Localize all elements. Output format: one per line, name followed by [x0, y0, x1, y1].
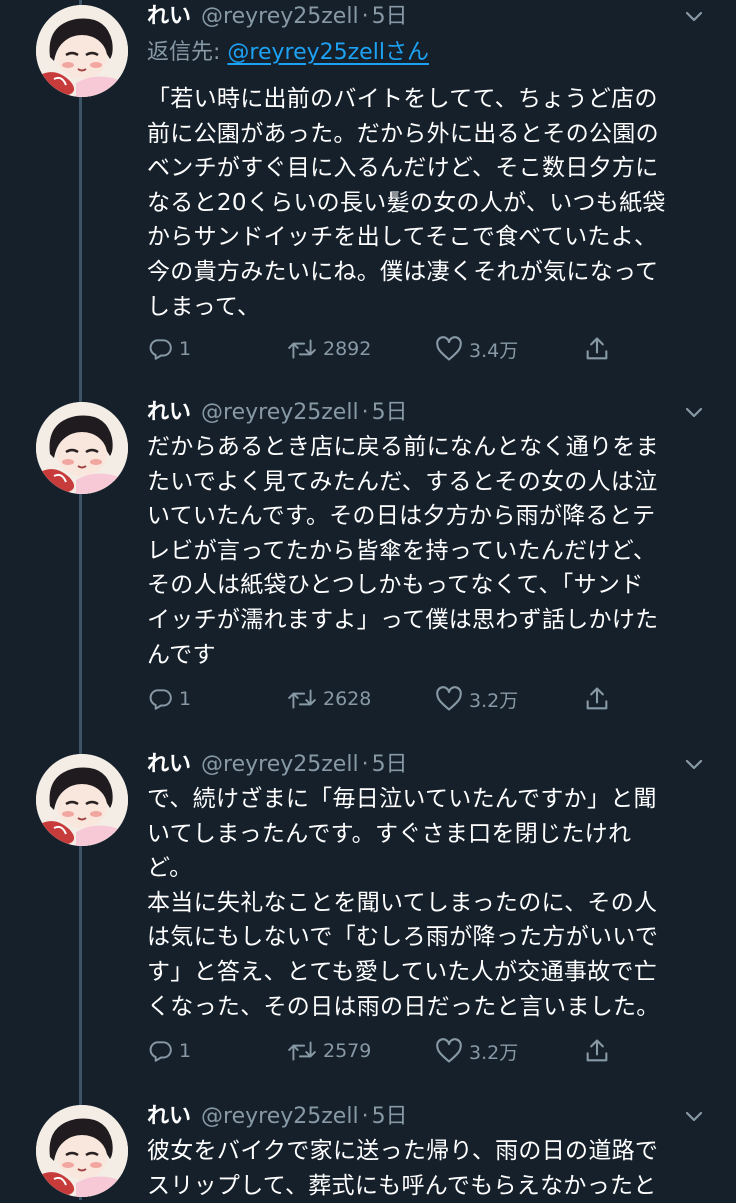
avatar[interactable]	[36, 1105, 128, 1197]
tweet[interactable]: れい @reyrey25zell · 5日 彼女をバイクで家に送った帰り、雨の日の道路…	[0, 1100, 736, 1200]
tweet-header: れい @reyrey25zell · 5日	[147, 748, 716, 782]
share-icon	[586, 337, 608, 360]
retweet-button[interactable]: 2892	[287, 332, 371, 366]
avatar[interactable]	[36, 5, 128, 97]
like-button[interactable]: 3.4万	[435, 332, 518, 366]
timestamp[interactable]: 5日	[372, 4, 408, 29]
tweet-actions: 1 2892 3.4万	[147, 332, 627, 366]
tweet-text: 「若い時に出前のバイトをしてて、ちょうど店の 前に公園があった。だから外に出ると…	[147, 86, 666, 320]
heart-icon	[436, 1038, 462, 1063]
tweet-header: れい @reyrey25zell · 5日	[147, 396, 716, 430]
reply-count: 1	[179, 338, 192, 360]
display-name[interactable]: れい	[147, 4, 191, 29]
reply-icon	[149, 339, 172, 360]
share-icon	[586, 687, 608, 710]
tweet-text: で、続けざまに「毎日泣いていたんですか」と聞 いてしまったんです。すぐさま口を閉…	[147, 786, 660, 1020]
reply-count: 1	[179, 688, 192, 710]
like-button[interactable]: 3.2万	[435, 1034, 518, 1068]
chevron-down-icon[interactable]	[682, 1104, 706, 1128]
reply-count: 1	[179, 1040, 192, 1062]
avatar-illustration	[36, 1105, 128, 1197]
reply-to-label: 返信先:	[147, 40, 228, 65]
avatar[interactable]	[36, 402, 128, 494]
reply-button[interactable]: 1	[147, 332, 191, 366]
display-name[interactable]: れい	[147, 400, 191, 425]
avatar-illustration	[36, 754, 128, 846]
tweet[interactable]: れい @reyrey25zell · 5日 だからあるとき店に戻る前になんとなく通りを…	[0, 396, 736, 744]
reply-icon	[149, 1041, 172, 1062]
tweet-header: れい @reyrey25zell · 5日	[147, 1100, 716, 1134]
reply-button[interactable]: 1	[147, 682, 191, 716]
tweet[interactable]: れい @reyrey25zell · 5日 返信先: @reyrey25zellさん …	[0, 0, 736, 395]
timestamp[interactable]: 5日	[372, 400, 408, 425]
retweet-icon	[288, 339, 316, 359]
retweet-button[interactable]: 2579	[287, 1034, 371, 1068]
user-handle[interactable]: @reyrey25zell	[201, 4, 359, 29]
user-handle[interactable]: @reyrey25zell	[201, 1104, 359, 1129]
share-button[interactable]	[583, 332, 611, 366]
reply-icon	[149, 689, 172, 710]
heart-icon	[436, 336, 462, 361]
separator-dot: ·	[361, 752, 369, 777]
share-button[interactable]	[583, 682, 611, 716]
user-handle[interactable]: @reyrey25zell	[201, 752, 359, 777]
retweet-count: 2579	[323, 1040, 372, 1062]
retweet-count: 2892	[323, 338, 372, 360]
retweet-icon	[288, 1041, 316, 1061]
like-button[interactable]: 3.2万	[435, 682, 518, 716]
display-name[interactable]: れい	[147, 752, 191, 777]
separator-dot: ·	[361, 400, 369, 425]
tweet-header: れい @reyrey25zell · 5日	[147, 0, 716, 34]
avatar-illustration	[36, 5, 128, 97]
avatar[interactable]	[36, 754, 128, 846]
tweet[interactable]: れい @reyrey25zell · 5日 で、続けざまに「毎日泣いていたんですか」と…	[0, 748, 736, 1096]
heart-icon	[436, 686, 462, 711]
retweet-icon	[288, 689, 316, 709]
tweet-text: 彼女をバイクで家に送った帰り、雨の日の道路で スリップして、葬式にも呼んでもらえ…	[147, 1138, 659, 1199]
like-count: 3.4万	[469, 339, 519, 362]
separator-dot: ·	[361, 1104, 369, 1129]
reply-button[interactable]: 1	[147, 1034, 191, 1068]
retweet-button[interactable]: 2628	[287, 682, 371, 716]
timestamp[interactable]: 5日	[372, 752, 408, 777]
timestamp[interactable]: 5日	[372, 1104, 408, 1129]
share-button[interactable]	[583, 1034, 611, 1068]
tweet-actions: 1 2579 3.2万	[147, 1034, 627, 1068]
retweet-count: 2628	[323, 688, 372, 710]
share-icon	[586, 1039, 608, 1062]
user-handle[interactable]: @reyrey25zell	[201, 400, 359, 425]
tweet-text: だからあるとき店に戻る前になんとなく通りをま たいでよく見てみたんだ、するとその…	[147, 434, 659, 668]
display-name[interactable]: れい	[147, 1104, 191, 1129]
chevron-down-icon[interactable]	[682, 752, 706, 776]
like-count: 3.2万	[469, 689, 519, 712]
tweet-actions: 1 2628 3.2万	[147, 682, 627, 716]
avatar-illustration	[36, 402, 128, 494]
reply-to-mention[interactable]: @reyrey25zellさん	[227, 40, 429, 65]
separator-dot: ·	[361, 4, 369, 29]
reply-to-line: 返信先: @reyrey25zellさん	[147, 36, 429, 70]
like-count: 3.2万	[469, 1041, 519, 1064]
chevron-down-icon[interactable]	[682, 4, 706, 28]
chevron-down-icon[interactable]	[682, 400, 706, 424]
